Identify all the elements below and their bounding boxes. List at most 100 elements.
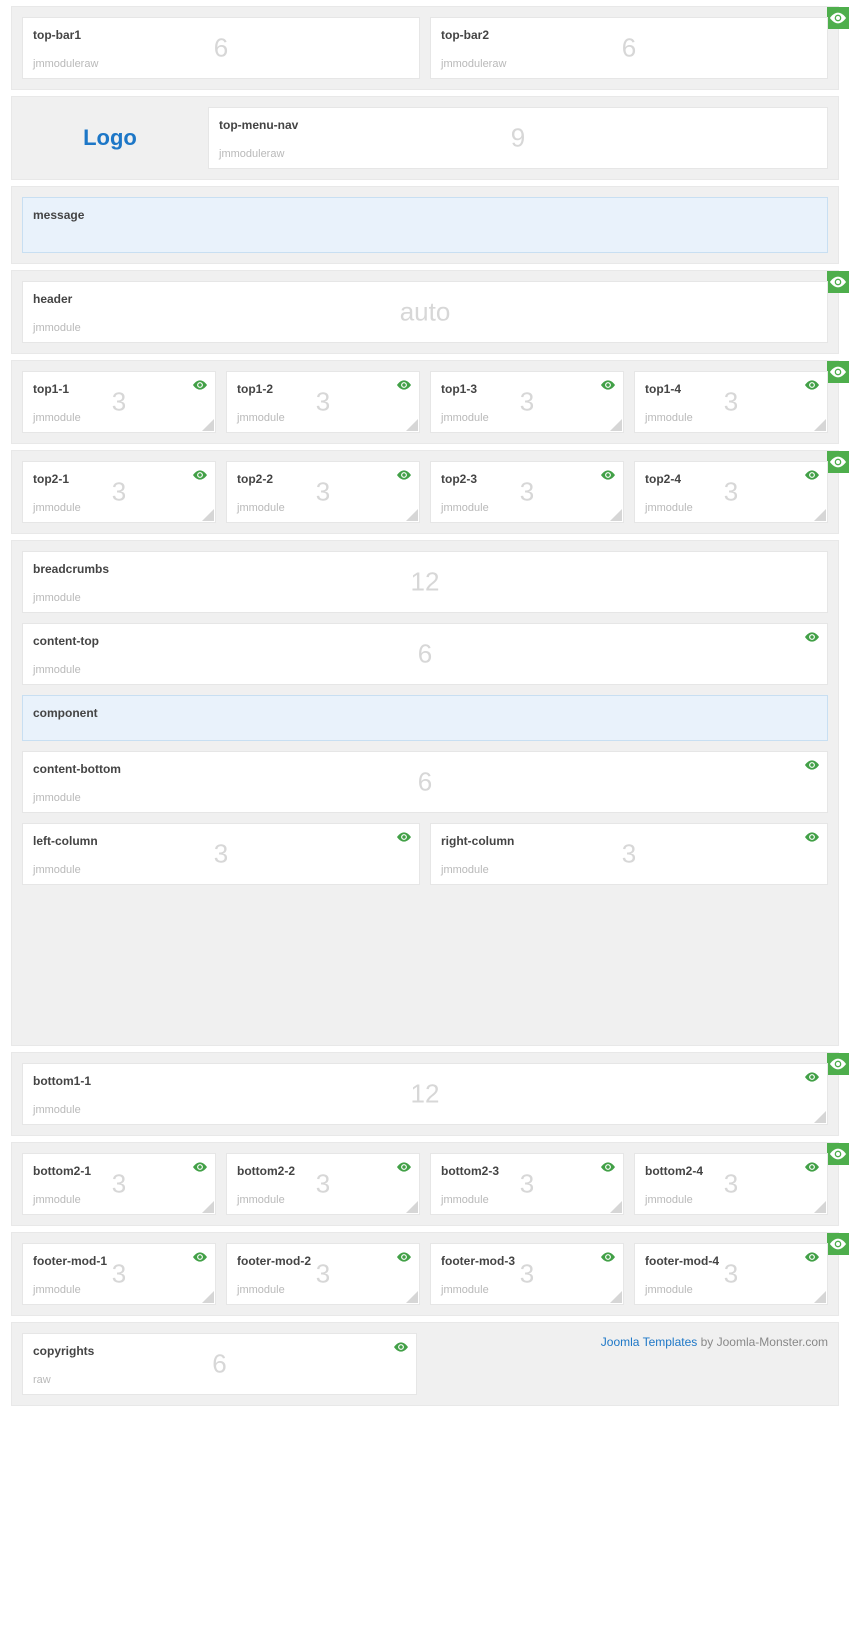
position-type: jmmoduleraw [219, 148, 284, 160]
section-top2: top2-13jmmoduletop2-23jmmoduletop2-33jmm… [11, 450, 839, 534]
resize-handle[interactable] [406, 1291, 418, 1303]
section-visibility-toggle[interactable] [827, 361, 849, 383]
position-top1-3[interactable]: top1-33jmmodule [430, 371, 624, 433]
position-type: jmmodule [645, 1194, 693, 1206]
resize-handle[interactable] [406, 1201, 418, 1213]
section-message: message [11, 186, 839, 264]
eye-icon[interactable] [193, 470, 207, 480]
position-label: message [33, 208, 817, 222]
position-top2-1[interactable]: top2-13jmmodule [22, 461, 216, 523]
position-component[interactable]: component [22, 695, 828, 741]
eye-icon[interactable] [193, 1252, 207, 1262]
section-header: header auto jmmodule [11, 270, 839, 354]
resize-handle[interactable] [814, 419, 826, 431]
position-top-bar1[interactable]: top-bar1 6 jmmoduleraw [22, 17, 420, 79]
eye-icon[interactable] [601, 380, 615, 390]
position-bottom1-1[interactable]: bottom1-1 12 jmmodule [22, 1063, 828, 1125]
eye-icon[interactable] [193, 380, 207, 390]
eye-icon[interactable] [397, 380, 411, 390]
resize-handle[interactable] [406, 419, 418, 431]
position-bottom2-3[interactable]: bottom2-33jmmodule [430, 1153, 624, 1215]
resize-handle[interactable] [610, 509, 622, 521]
position-top-bar2[interactable]: top-bar2 6 jmmoduleraw [430, 17, 828, 79]
position-type: jmmodule [33, 322, 81, 334]
resize-handle[interactable] [202, 1291, 214, 1303]
eye-icon[interactable] [601, 470, 615, 480]
section-visibility-toggle[interactable] [827, 1143, 849, 1165]
position-type: jmmodule [33, 592, 81, 604]
eye-icon[interactable] [397, 832, 411, 842]
resize-handle[interactable] [814, 1111, 826, 1123]
resize-handle[interactable] [202, 509, 214, 521]
eye-icon[interactable] [397, 470, 411, 480]
position-content-top[interactable]: content-top 6 jmmodule [22, 623, 828, 685]
section-visibility-toggle[interactable] [827, 451, 849, 473]
position-copyrights[interactable]: copyrights 6 raw [22, 1333, 417, 1395]
position-label: bottom1-1 [33, 1074, 817, 1088]
position-type: jmmodule [441, 1194, 489, 1206]
logo-area[interactable]: Logo [22, 107, 198, 169]
section-visibility-toggle[interactable] [827, 1053, 849, 1075]
position-label: footer-mod-3 [441, 1254, 613, 1268]
resize-handle[interactable] [610, 1291, 622, 1303]
resize-handle[interactable] [814, 1201, 826, 1213]
eye-icon[interactable] [601, 1252, 615, 1262]
position-left-column[interactable]: left-column 3 jmmodule [22, 823, 420, 885]
position-top2-2[interactable]: top2-23jmmodule [226, 461, 420, 523]
resize-handle[interactable] [406, 509, 418, 521]
footer-credit-link[interactable]: Joomla Templates [601, 1335, 698, 1349]
resize-handle[interactable] [610, 1201, 622, 1213]
eye-icon[interactable] [601, 1162, 615, 1172]
section-bottom1: bottom1-1 12 jmmodule [11, 1052, 839, 1136]
eye-icon[interactable] [805, 1072, 819, 1082]
position-top-menu-nav[interactable]: top-menu-nav 9 jmmoduleraw [208, 107, 828, 169]
position-content-bottom[interactable]: content-bottom 6 jmmodule [22, 751, 828, 813]
eye-icon[interactable] [397, 1162, 411, 1172]
position-label: top2-3 [441, 472, 613, 486]
position-footer-mod-4[interactable]: footer-mod-43jmmodule [634, 1243, 828, 1305]
eye-icon[interactable] [805, 632, 819, 642]
position-label: component [33, 706, 817, 720]
position-label: top1-4 [645, 382, 817, 396]
position-label: top-bar2 [441, 28, 817, 42]
position-bottom2-4[interactable]: bottom2-43jmmodule [634, 1153, 828, 1215]
position-type: jmmoduleraw [33, 58, 98, 70]
position-footer-mod-1[interactable]: footer-mod-13jmmodule [22, 1243, 216, 1305]
position-label: top2-1 [33, 472, 205, 486]
resize-handle[interactable] [814, 509, 826, 521]
position-top1-4[interactable]: top1-43jmmodule [634, 371, 828, 433]
eye-icon[interactable] [193, 1162, 207, 1172]
position-footer-mod-3[interactable]: footer-mod-33jmmodule [430, 1243, 624, 1305]
position-top2-3[interactable]: top2-33jmmodule [430, 461, 624, 523]
eye-icon[interactable] [394, 1342, 408, 1352]
section-visibility-toggle[interactable] [827, 7, 849, 29]
section-visibility-toggle[interactable] [827, 271, 849, 293]
resize-handle[interactable] [202, 419, 214, 431]
position-type: jmmodule [33, 412, 81, 424]
position-bottom2-2[interactable]: bottom2-23jmmodule [226, 1153, 420, 1215]
eye-icon[interactable] [805, 760, 819, 770]
section-visibility-toggle[interactable] [827, 1233, 849, 1255]
position-breadcrumbs[interactable]: breadcrumbs 12 jmmodule [22, 551, 828, 613]
eye-icon[interactable] [805, 380, 819, 390]
eye-icon[interactable] [805, 470, 819, 480]
eye-icon[interactable] [397, 1252, 411, 1262]
resize-handle[interactable] [610, 419, 622, 431]
resize-handle[interactable] [202, 1201, 214, 1213]
position-type: jmmodule [33, 664, 81, 676]
position-top1-2[interactable]: top1-23jmmodule [226, 371, 420, 433]
position-bottom2-1[interactable]: bottom2-13jmmodule [22, 1153, 216, 1215]
position-type: jmmodule [237, 1284, 285, 1296]
resize-handle[interactable] [814, 1291, 826, 1303]
eye-icon[interactable] [805, 1162, 819, 1172]
position-top2-4[interactable]: top2-43jmmodule [634, 461, 828, 523]
position-label: bottom2-4 [645, 1164, 817, 1178]
position-footer-mod-2[interactable]: footer-mod-23jmmodule [226, 1243, 420, 1305]
position-type: jmmodule [237, 1194, 285, 1206]
eye-icon[interactable] [805, 832, 819, 842]
position-right-column[interactable]: right-column 3 jmmodule [430, 823, 828, 885]
eye-icon[interactable] [805, 1252, 819, 1262]
position-message[interactable]: message [22, 197, 828, 253]
position-top1-1[interactable]: top1-13jmmodule [22, 371, 216, 433]
position-header[interactable]: header auto jmmodule [22, 281, 828, 343]
